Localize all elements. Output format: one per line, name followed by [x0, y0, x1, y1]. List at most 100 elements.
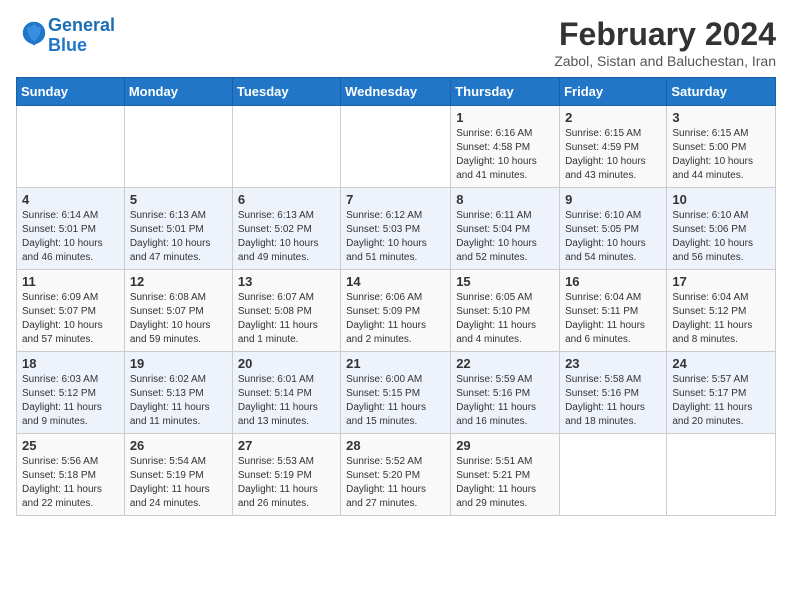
day-cell [17, 106, 125, 188]
day-info: Sunrise: 6:05 AM Sunset: 5:10 PM Dayligh… [456, 291, 554, 347]
day-cell: 17 Sunrise: 6:04 AM Sunset: 5:12 PM Dayli… [667, 270, 776, 352]
day-cell: 23Sunrise: 5:58 AM Sunset: 5:16 PM Dayli… [560, 352, 667, 434]
day-info: Sunrise: 6:04 AM Sunset: 5:12 PM Dayligh… [672, 291, 770, 347]
day-cell [232, 106, 340, 188]
day-cell [124, 106, 232, 188]
day-info: Sunrise: 5:56 AM Sunset: 5:18 PM Dayligh… [22, 455, 119, 511]
day-info: Sunrise: 5:53 AM Sunset: 5:19 PM Dayligh… [238, 455, 335, 511]
day-info: Sunrise: 6:13 AM Sunset: 5:02 PM Dayligh… [238, 209, 335, 265]
day-cell: 8 Sunrise: 6:11 AM Sunset: 5:04 PM Daylig… [451, 188, 560, 270]
day-info: Sunrise: 5:51 AM Sunset: 5:21 PM Dayligh… [456, 455, 554, 511]
weekday-header-thursday: Thursday [451, 78, 560, 106]
day-number: 23 [565, 356, 661, 371]
day-number: 6 [238, 192, 335, 207]
day-cell: 7 Sunrise: 6:12 AM Sunset: 5:03 PM Daylig… [341, 188, 451, 270]
title-block: February 2024 Zabol, Sistan and Baluches… [554, 16, 776, 69]
day-info: Sunrise: 6:14 AM Sunset: 5:01 PM Dayligh… [22, 209, 119, 265]
day-number: 12 [130, 274, 227, 289]
day-info: Sunrise: 6:15 AM Sunset: 4:59 PM Dayligh… [565, 127, 661, 183]
day-info: Sunrise: 6:15 AM Sunset: 5:00 PM Dayligh… [672, 127, 770, 183]
day-cell: 10 Sunrise: 6:10 AM Sunset: 5:06 PM Dayli… [667, 188, 776, 270]
day-info: Sunrise: 6:09 AM Sunset: 5:07 PM Dayligh… [22, 291, 119, 347]
day-info: Sunrise: 5:57 AM Sunset: 5:17 PM Dayligh… [672, 373, 770, 429]
weekday-header-friday: Friday [560, 78, 667, 106]
day-cell: 5Sunrise: 6:13 AM Sunset: 5:01 PM Daylig… [124, 188, 232, 270]
day-info: Sunrise: 6:08 AM Sunset: 5:07 PM Dayligh… [130, 291, 227, 347]
day-number: 1 [456, 110, 554, 125]
day-number: 2 [565, 110, 661, 125]
day-info: Sunrise: 5:54 AM Sunset: 5:19 PM Dayligh… [130, 455, 227, 511]
day-cell: 20Sunrise: 6:01 AM Sunset: 5:14 PM Dayli… [232, 352, 340, 434]
day-number: 26 [130, 438, 227, 453]
day-info: Sunrise: 6:02 AM Sunset: 5:13 PM Dayligh… [130, 373, 227, 429]
day-cell: 27 Sunrise: 5:53 AM Sunset: 5:19 PM Dayli… [232, 434, 340, 516]
day-number: 19 [130, 356, 227, 371]
day-cell: 15Sunrise: 6:05 AM Sunset: 5:10 PM Dayli… [451, 270, 560, 352]
day-cell: 24 Sunrise: 5:57 AM Sunset: 5:17 PM Dayli… [667, 352, 776, 434]
day-number: 18 [22, 356, 119, 371]
day-number: 8 [456, 192, 554, 207]
header: General Blue February 2024 Zabol, Sistan… [16, 16, 776, 69]
day-number: 7 [346, 192, 445, 207]
day-info: Sunrise: 6:13 AM Sunset: 5:01 PM Dayligh… [130, 209, 227, 265]
day-number: 25 [22, 438, 119, 453]
logo: General Blue [16, 16, 115, 56]
day-cell [341, 106, 451, 188]
day-cell: 3 Sunrise: 6:15 AM Sunset: 5:00 PM Daylig… [667, 106, 776, 188]
day-number: 17 [672, 274, 770, 289]
day-info: Sunrise: 6:04 AM Sunset: 5:11 PM Dayligh… [565, 291, 661, 347]
day-number: 28 [346, 438, 445, 453]
day-info: Sunrise: 6:12 AM Sunset: 5:03 PM Dayligh… [346, 209, 445, 265]
day-cell: 11 Sunrise: 6:09 AM Sunset: 5:07 PM Dayli… [17, 270, 125, 352]
day-cell: 4Sunrise: 6:14 AM Sunset: 5:01 PM Daylig… [17, 188, 125, 270]
calendar-table: SundayMondayTuesdayWednesdayThursdayFrid… [16, 77, 776, 516]
day-cell: 25 Sunrise: 5:56 AM Sunset: 5:18 PM Dayli… [17, 434, 125, 516]
day-number: 24 [672, 356, 770, 371]
logo-text: General Blue [48, 16, 115, 56]
day-cell: 14 Sunrise: 6:06 AM Sunset: 5:09 PM Dayli… [341, 270, 451, 352]
week-row-1: 1 Sunrise: 6:16 AM Sunset: 4:58 PM Daylig… [17, 106, 776, 188]
day-cell: 6 Sunrise: 6:13 AM Sunset: 5:02 PM Daylig… [232, 188, 340, 270]
weekday-header-tuesday: Tuesday [232, 78, 340, 106]
day-info: Sunrise: 6:10 AM Sunset: 5:06 PM Dayligh… [672, 209, 770, 265]
day-info: Sunrise: 6:07 AM Sunset: 5:08 PM Dayligh… [238, 291, 335, 347]
day-cell [560, 434, 667, 516]
day-cell: 21 Sunrise: 6:00 AM Sunset: 5:15 PM Dayli… [341, 352, 451, 434]
day-info: Sunrise: 6:11 AM Sunset: 5:04 PM Dayligh… [456, 209, 554, 265]
day-cell: 9 Sunrise: 6:10 AM Sunset: 5:05 PM Daylig… [560, 188, 667, 270]
logo-icon [20, 19, 48, 47]
week-row-2: 4Sunrise: 6:14 AM Sunset: 5:01 PM Daylig… [17, 188, 776, 270]
day-cell: 22Sunrise: 5:59 AM Sunset: 5:16 PM Dayli… [451, 352, 560, 434]
day-info: Sunrise: 6:06 AM Sunset: 5:09 PM Dayligh… [346, 291, 445, 347]
day-number: 14 [346, 274, 445, 289]
day-number: 29 [456, 438, 554, 453]
day-info: Sunrise: 6:10 AM Sunset: 5:05 PM Dayligh… [565, 209, 661, 265]
weekday-header-sunday: Sunday [17, 78, 125, 106]
day-number: 13 [238, 274, 335, 289]
day-number: 27 [238, 438, 335, 453]
weekday-header-saturday: Saturday [667, 78, 776, 106]
week-row-3: 11 Sunrise: 6:09 AM Sunset: 5:07 PM Dayli… [17, 270, 776, 352]
day-number: 3 [672, 110, 770, 125]
day-info: Sunrise: 6:00 AM Sunset: 5:15 PM Dayligh… [346, 373, 445, 429]
day-info: Sunrise: 5:59 AM Sunset: 5:16 PM Dayligh… [456, 373, 554, 429]
day-cell: 29 Sunrise: 5:51 AM Sunset: 5:21 PM Dayli… [451, 434, 560, 516]
day-cell: 26 Sunrise: 5:54 AM Sunset: 5:19 PM Dayli… [124, 434, 232, 516]
day-info: Sunrise: 6:03 AM Sunset: 5:12 PM Dayligh… [22, 373, 119, 429]
day-cell: 1 Sunrise: 6:16 AM Sunset: 4:58 PM Daylig… [451, 106, 560, 188]
calendar-subtitle: Zabol, Sistan and Baluchestan, Iran [554, 53, 776, 69]
day-info: Sunrise: 6:16 AM Sunset: 4:58 PM Dayligh… [456, 127, 554, 183]
day-cell: 2 Sunrise: 6:15 AM Sunset: 4:59 PM Daylig… [560, 106, 667, 188]
week-row-5: 25 Sunrise: 5:56 AM Sunset: 5:18 PM Dayli… [17, 434, 776, 516]
day-number: 21 [346, 356, 445, 371]
day-info: Sunrise: 6:01 AM Sunset: 5:14 PM Dayligh… [238, 373, 335, 429]
day-cell: 13 Sunrise: 6:07 AM Sunset: 5:08 PM Dayli… [232, 270, 340, 352]
day-cell: 12 Sunrise: 6:08 AM Sunset: 5:07 PM Dayli… [124, 270, 232, 352]
weekday-header-monday: Monday [124, 78, 232, 106]
day-cell: 28 Sunrise: 5:52 AM Sunset: 5:20 PM Dayli… [341, 434, 451, 516]
day-number: 11 [22, 274, 119, 289]
day-info: Sunrise: 5:52 AM Sunset: 5:20 PM Dayligh… [346, 455, 445, 511]
day-number: 16 [565, 274, 661, 289]
day-number: 9 [565, 192, 661, 207]
day-number: 10 [672, 192, 770, 207]
